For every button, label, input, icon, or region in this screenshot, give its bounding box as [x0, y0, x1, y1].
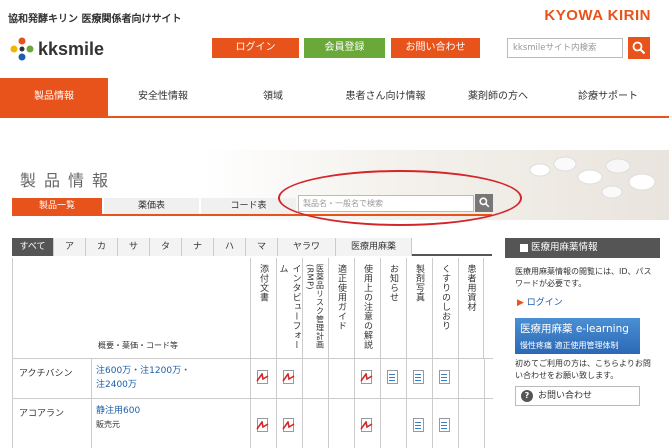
tab-price-list[interactable]: 薬価表 — [104, 198, 199, 215]
contact-header-button[interactable]: お問い合わせ — [391, 38, 480, 58]
document-icon[interactable] — [412, 370, 425, 385]
kana-tab-ma[interactable]: マ — [246, 238, 278, 256]
document-icon[interactable] — [386, 370, 399, 385]
col-interview-form: インタビューフォーム — [276, 258, 302, 358]
elearning-banner[interactable]: 医療用麻薬 e-learning 慢性疼痛 適正使用管理体制 — [515, 318, 640, 354]
product-links: 静注用600 販売元 — [96, 404, 140, 432]
nav-support[interactable]: 診療サポート — [553, 78, 663, 116]
page-title: 製品情報 — [20, 171, 117, 190]
kana-tab-a[interactable]: ア — [54, 238, 86, 256]
arrow-right-icon: ▶ — [517, 298, 524, 308]
sidebar-login-link[interactable]: ▶ ログイン — [517, 295, 563, 308]
col-rmp: 医薬品リスク管理計画(RMP) — [302, 258, 328, 358]
product-sub: 販売元 — [96, 420, 120, 429]
elearning-title: 医療用麻薬 e-learning — [520, 323, 629, 335]
tab-product-list[interactable]: 製品一覧 — [12, 198, 102, 215]
pdf-icon[interactable] — [282, 370, 295, 385]
nav-safety[interactable]: 安全性情報 — [108, 78, 218, 116]
sidebar-note: 初めてご利用の方は、こちらよりお問い合わせをお願い致します。 — [515, 359, 651, 380]
nav-products[interactable]: 製品情報 — [0, 78, 108, 116]
product-name: アクチバシン — [19, 369, 73, 379]
kana-tabs: すべて ア カ サ タ ナ ハ マ ヤラワ 医療用麻薬 — [12, 238, 492, 256]
sidebar-text: 医療用麻薬情報の閲覧には、ID、パスワードが必要です。 — [515, 267, 652, 288]
kana-tab-all[interactable]: すべて — [12, 238, 54, 256]
col-drug-leaflet: くすりのしおり — [432, 258, 458, 358]
product-link[interactable]: 静注用600 — [96, 404, 140, 418]
sidebar-title: 医療用麻薬情報 — [505, 238, 660, 258]
kana-tab-ta[interactable]: タ — [150, 238, 182, 256]
col-notices: お知らせ — [380, 258, 406, 358]
col-precautions: 使用上の注意の解説 — [354, 258, 380, 358]
col-package-insert: 添付文書 — [250, 258, 276, 358]
site-search-button[interactable] — [628, 37, 650, 59]
pdf-icon[interactable] — [256, 418, 269, 433]
kana-tab-yarawa[interactable]: ヤラワ — [278, 238, 336, 256]
login-button[interactable]: ログイン — [212, 38, 299, 58]
col-proper-use-guide: 適正使用ガイド — [328, 258, 354, 358]
pdf-icon[interactable] — [360, 418, 373, 433]
nav-area[interactable]: 領域 — [218, 78, 328, 116]
kana-tab-sa[interactable]: サ — [118, 238, 150, 256]
logo-text: kksmile — [38, 38, 105, 59]
kana-tab-narcotics[interactable]: 医療用麻薬 — [336, 238, 412, 256]
site-label: 協和発酵キリン 医療関係者向けサイト — [8, 14, 182, 25]
pdf-icon[interactable] — [256, 370, 269, 385]
nav-pharmacist[interactable]: 薬剤師の方へ — [443, 78, 553, 116]
kksmile-mark-icon — [10, 37, 34, 61]
product-table: 添付文書 インタビューフォーム 医薬品リスク管理計画(RMP) 適正使用ガイド … — [12, 258, 493, 448]
product-links: 注600万・注1200万・ 注2400万 — [96, 364, 190, 392]
elearning-subtitle: 慢性疼痛 適正使用管理体制 — [520, 341, 619, 350]
product-link[interactable]: 注2400万 — [96, 378, 190, 392]
square-icon — [520, 243, 528, 252]
pills-image — [529, 156, 656, 199]
register-button[interactable]: 会員登録 — [304, 38, 385, 58]
sidebar-contact-button[interactable]: お問い合わせ — [515, 386, 640, 406]
kksmile-logo[interactable]: kksmile — [10, 37, 104, 61]
main-nav: 製品情報 安全性情報 領域 患者さん向け情報 薬剤師の方へ 診療サポート — [0, 78, 669, 118]
kana-tab-na[interactable]: ナ — [182, 238, 214, 256]
pdf-icon[interactable] — [360, 370, 373, 385]
kana-tab-ka[interactable]: カ — [86, 238, 118, 256]
document-icon[interactable] — [438, 418, 451, 433]
col-photos: 製剤写真 — [406, 258, 432, 358]
narcotics-sidebar: 医療用麻薬情報 医療用麻薬情報の閲覧には、ID、パスワードが必要です。 ▶ ログ… — [505, 238, 660, 445]
document-icon[interactable] — [412, 418, 425, 433]
nav-patient-info[interactable]: 患者さん向け情報 — [328, 78, 443, 116]
product-link[interactable]: 注600万・注1200万・ — [96, 364, 190, 378]
pdf-icon[interactable] — [282, 418, 295, 433]
highlight-ellipse — [278, 170, 522, 226]
kana-tab-ha[interactable]: ハ — [214, 238, 246, 256]
summary-header: 概要・薬価・コード等 — [98, 341, 178, 350]
search-icon — [632, 41, 646, 55]
question-icon: ? — [521, 390, 533, 402]
site-search-input[interactable]: kksmileサイト内検索 — [507, 38, 623, 58]
col-patient-materials: 患者用資材 — [458, 258, 484, 358]
product-name: アコアラン — [19, 409, 65, 419]
document-icon[interactable] — [438, 370, 451, 385]
kyowa-kirin-logo[interactable]: KYOWA KIRIN — [544, 7, 651, 24]
